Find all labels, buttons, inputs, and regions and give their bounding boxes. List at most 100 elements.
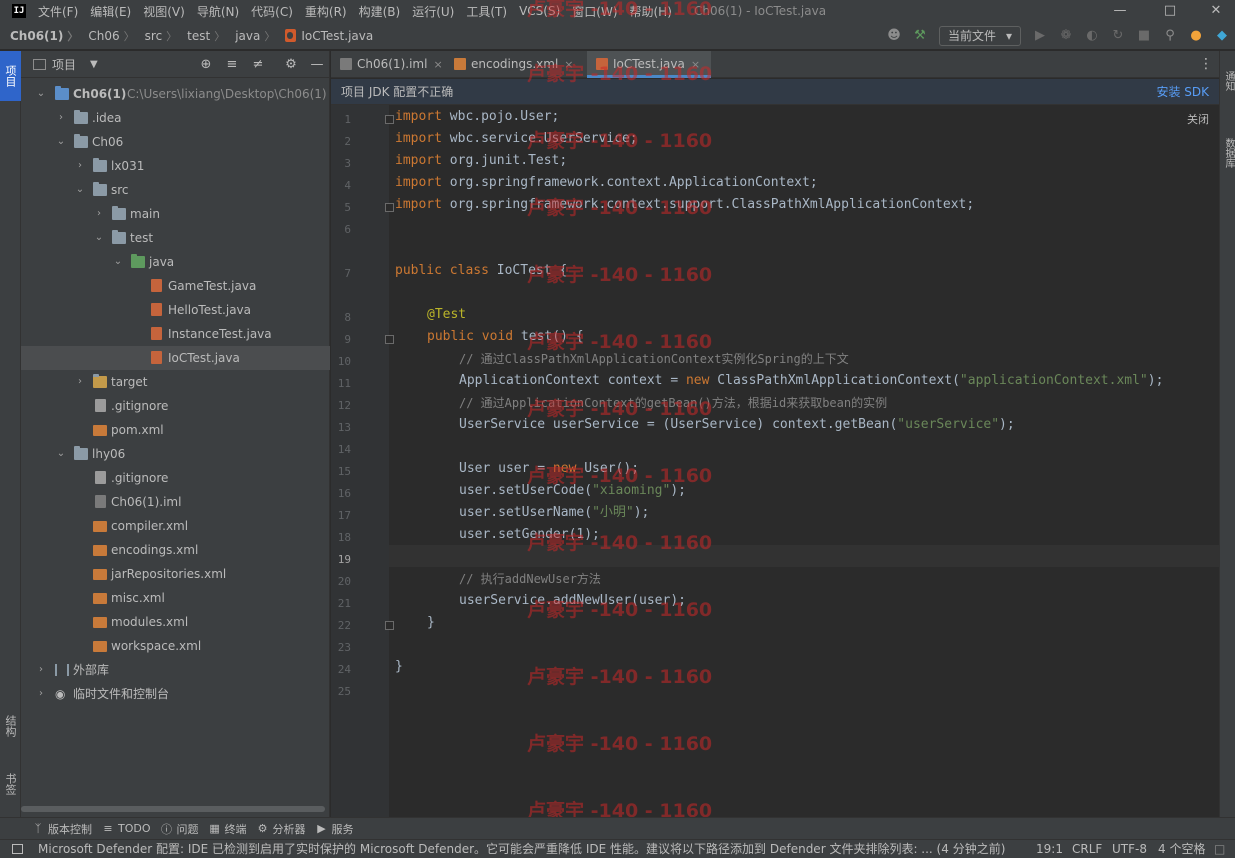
status-message[interactable]: Microsoft Defender 配置: IDE 已检测到启用了实时保护的 … — [38, 840, 1005, 858]
breadcrumb-module[interactable]: Ch06 〉 — [78, 28, 134, 44]
code-text: ); — [999, 417, 1015, 432]
code-area[interactable]: import wbc.pojo.User; import wbc.service… — [389, 105, 1219, 817]
tree-item-encodings[interactable]: encodings.xml — [21, 538, 330, 562]
tool-services[interactable]: ▶ 服务 — [316, 821, 364, 837]
tree-item-hellotest[interactable]: HelloTest.java — [21, 298, 330, 322]
install-sdk-link[interactable]: 安装 SDK — [1156, 79, 1209, 105]
tree-item-instancetest[interactable]: InstanceTest.java — [21, 322, 330, 346]
breadcrumb-src[interactable]: src 〉 — [135, 28, 178, 44]
string-literal: "userService" — [897, 417, 1000, 432]
code-text: } — [427, 615, 435, 630]
tool-tab-database[interactable]: 数据库 — [1220, 129, 1235, 177]
expand-all-icon[interactable]: ≡ — [220, 51, 244, 78]
tree-item-workspace[interactable]: workspace.xml — [21, 634, 330, 658]
stop-icon[interactable]: ■ — [1131, 22, 1157, 50]
menu-file[interactable]: 文件(F) — [34, 3, 86, 20]
run-config-select[interactable]: 当前文件 — [938, 26, 1021, 46]
project-view-select[interactable]: 项目 ▼ — [33, 56, 98, 73]
menu-edit[interactable]: 编辑(E) — [86, 3, 139, 20]
search-icon[interactable]: ⚲ — [1157, 22, 1183, 50]
minimize-icon[interactable]: — — [1097, 0, 1143, 22]
tree-item-modules[interactable]: modules.xml — [21, 610, 330, 634]
tool-tab-bookmarks[interactable]: 书签 — [0, 761, 21, 807]
watermark: 卢豪宇 -140 - 1160 — [527, 733, 713, 755]
caret-position[interactable]: 19:1 — [1036, 840, 1063, 858]
user-icon[interactable]: ☻ — [881, 22, 907, 50]
tool-todo[interactable]: ≡ TODO — [102, 822, 161, 835]
tool-tab-structure[interactable]: 结构 — [0, 703, 21, 749]
tree-item-jarrepositories[interactable]: jarRepositories.xml — [21, 562, 330, 586]
profile-icon[interactable]: ↻ — [1105, 22, 1131, 50]
close-hint[interactable]: 关闭 — [1187, 111, 1209, 127]
tree-item-gametest[interactable]: GameTest.java — [21, 274, 330, 298]
code-line-22: } — [427, 612, 435, 634]
sdk-warning-banner: 项目 JDK 配置不正确 安装 SDK — [331, 79, 1219, 105]
menu-code[interactable]: 代码(C) — [247, 3, 301, 20]
tree-item-external-libraries[interactable]: › 外部库 — [21, 658, 330, 682]
menu-view[interactable]: 视图(V) — [139, 3, 193, 20]
tree-item-gitignore-2[interactable]: .gitignore — [21, 466, 330, 490]
close-tab-icon[interactable]: × — [433, 58, 442, 71]
menu-build[interactable]: 构建(B) — [355, 3, 409, 20]
line-separator[interactable]: CRLF — [1072, 840, 1102, 858]
breadcrumb-java[interactable]: java 〉 — [225, 28, 275, 44]
locate-file-icon[interactable]: ⊕ — [194, 51, 218, 78]
file-encoding[interactable]: UTF-8 — [1112, 840, 1147, 858]
menu-tools[interactable]: 工具(T) — [462, 3, 515, 20]
terminal-icon: ▦ — [209, 822, 220, 835]
build-hammer-icon[interactable]: ⚒ — [907, 22, 933, 50]
breadcrumb-file[interactable]: IoCTest.java — [275, 29, 373, 43]
tree-item-test[interactable]: ⌄ test — [21, 226, 330, 250]
coverage-icon[interactable]: ◐ — [1079, 22, 1105, 50]
tool-tab-notifications[interactable]: 通知 — [1220, 59, 1235, 103]
collapse-all-icon[interactable]: ≠ — [246, 51, 270, 78]
tree-item-lhy06[interactable]: ⌄ lhy06 — [21, 442, 330, 466]
hide-panel-icon[interactable]: — — [305, 51, 329, 78]
debug-icon[interactable]: ❁ — [1053, 22, 1079, 50]
tree-item-ch06[interactable]: ⌄ Ch06 — [21, 130, 330, 154]
tree-item-target[interactable]: › target — [21, 370, 330, 394]
panel-toggle-icon[interactable] — [12, 844, 23, 854]
chevron-right-icon: › — [97, 208, 101, 219]
lock-icon[interactable]: □ — [1214, 840, 1225, 858]
more-options-icon[interactable]: ⋮ — [1199, 51, 1213, 78]
watermark: 卢豪宇 -140 - 1160 — [527, 0, 713, 20]
tool-problems[interactable]: ⓘ 问题 — [161, 821, 209, 837]
menu-refactor[interactable]: 重构(R) — [301, 3, 355, 20]
xml-file-icon — [93, 593, 107, 604]
menu-run[interactable]: 运行(U) — [408, 3, 462, 20]
tool-terminal[interactable]: ▦ 终端 — [209, 821, 257, 837]
plugin-logo-icon[interactable]: ◆ — [1209, 22, 1235, 50]
tool-profiler[interactable]: ⚙ 分析器 — [257, 821, 316, 837]
tree-item-java[interactable]: ⌄ java — [21, 250, 330, 274]
tree-item-gitignore[interactable]: .gitignore — [21, 394, 330, 418]
tab-iml[interactable]: Ch06(1).iml × — [331, 51, 445, 78]
tree-item-main[interactable]: › main — [21, 202, 330, 226]
breadcrumb-test[interactable]: test 〉 — [177, 28, 225, 44]
tree-item-iml[interactable]: Ch06(1).iml — [21, 490, 330, 514]
menu-navigate[interactable]: 导航(N) — [193, 3, 247, 20]
tree-item-misc[interactable]: misc.xml — [21, 586, 330, 610]
line-number: 12 — [337, 399, 351, 412]
update-icon[interactable]: ● — [1183, 22, 1209, 50]
tree-item-scratches[interactable]: › ◉ 临时文件和控制台 — [21, 682, 330, 706]
tree-item-src[interactable]: ⌄ src — [21, 178, 330, 202]
indent-setting[interactable]: 4 个空格 — [1158, 840, 1205, 858]
run-icon[interactable]: ▶ — [1027, 22, 1053, 50]
close-window-icon[interactable]: ✕ — [1193, 0, 1235, 22]
right-tool-strip: 通知 数据库 — [1219, 51, 1235, 817]
gear-icon[interactable]: ⚙ — [279, 51, 303, 78]
tree-item-pom[interactable]: pom.xml — [21, 418, 330, 442]
tree-item-root[interactable]: ⌄ Ch06(1) C:\Users\lixiang\Desktop\Ch06(… — [21, 82, 330, 106]
tool-tab-project[interactable]: 项目 — [0, 51, 21, 101]
tab-label: Ch06(1).iml — [357, 57, 428, 71]
tool-version-control[interactable]: ᛉ 版本控制 — [32, 821, 102, 837]
breadcrumb-project[interactable]: Ch06(1) 〉 — [0, 28, 78, 44]
maximize-icon[interactable]: □ — [1147, 0, 1193, 22]
tree-item-idea[interactable]: › .idea — [21, 106, 330, 130]
tree-item-lx031[interactable]: › lx031 — [21, 154, 330, 178]
horizontal-scrollbar[interactable] — [21, 806, 325, 812]
tree-item-ioctest[interactable]: IoCTest.java — [21, 346, 330, 370]
tree-item-compiler[interactable]: compiler.xml — [21, 514, 330, 538]
code-line-3: import org.junit.Test; — [395, 150, 567, 172]
